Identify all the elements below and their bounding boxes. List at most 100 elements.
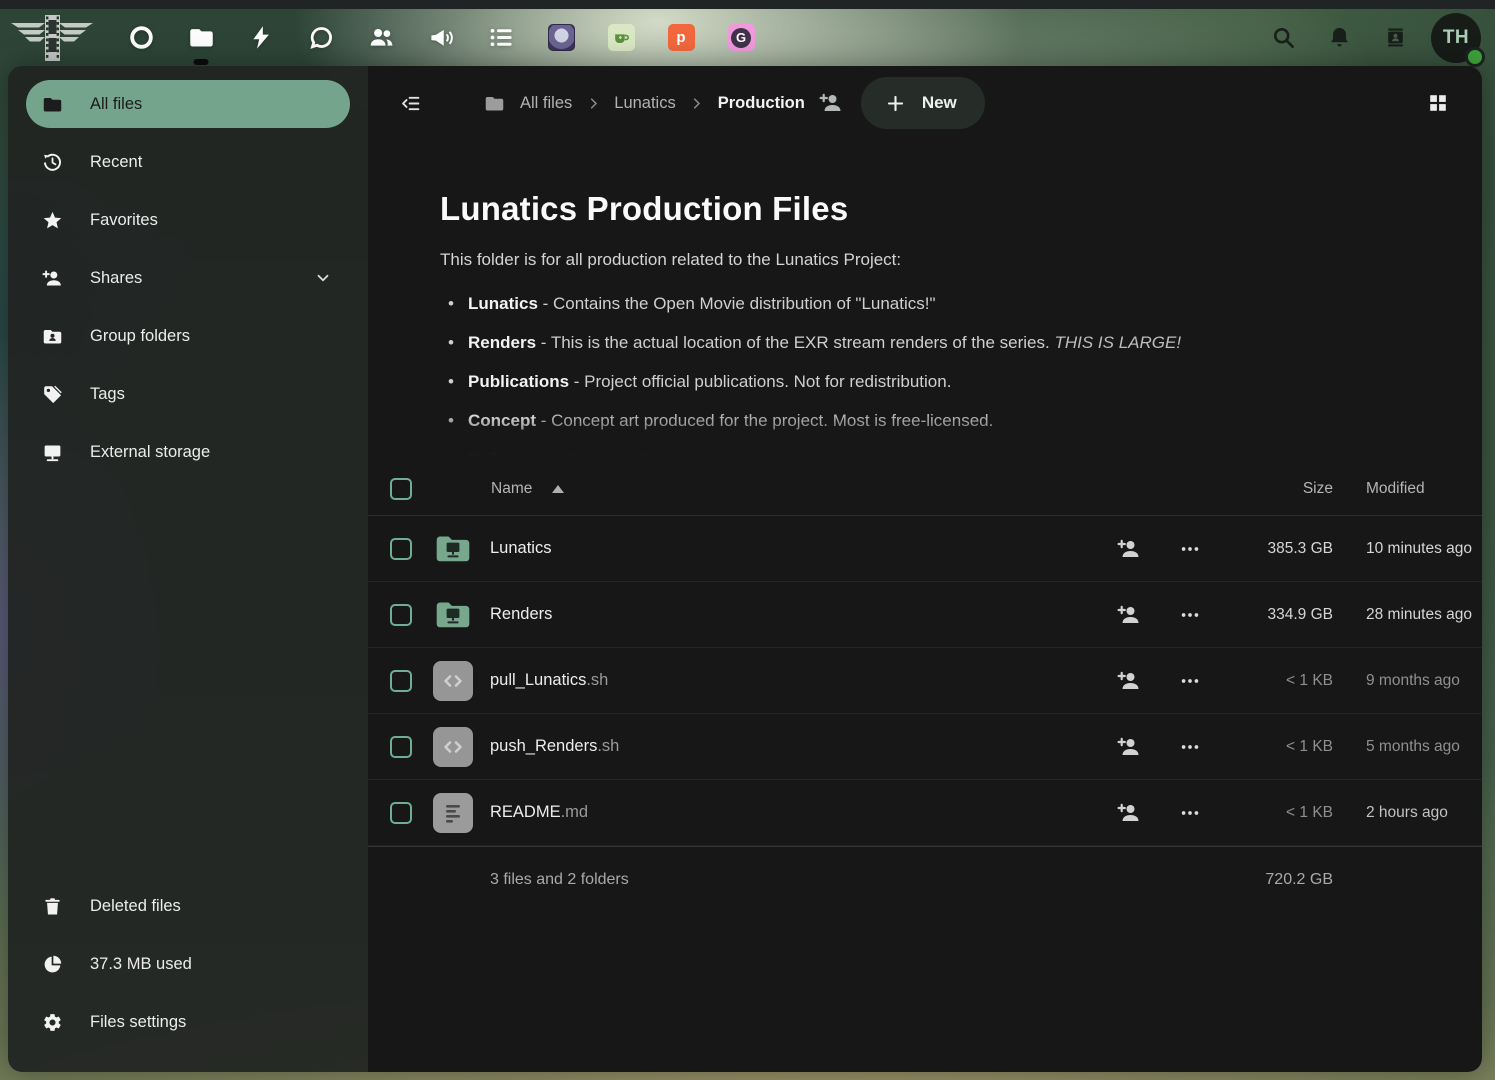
sidebar-item-deleted-files[interactable]: Deleted files xyxy=(26,882,350,930)
person-plus-icon xyxy=(42,268,63,289)
row-checkbox[interactable] xyxy=(390,736,412,758)
column-header-size[interactable]: Size xyxy=(1213,480,1333,498)
file-list: Name Size Modified Lunatics 385.3 GB 10 … xyxy=(368,462,1482,1072)
actions-button[interactable] xyxy=(1170,595,1210,635)
three-dots-icon xyxy=(1179,802,1201,824)
breadcrumb-all-files[interactable]: All files xyxy=(520,94,572,113)
table-row-pull-lunatics[interactable]: pull_Lunatics.sh < 1 KB 9 months ago xyxy=(368,648,1482,714)
share-folder-button[interactable] xyxy=(811,83,851,123)
breadcrumb-production-current[interactable]: Production xyxy=(718,94,805,113)
file-size: 334.9 GB xyxy=(1213,606,1333,624)
app-external-g[interactable]: G xyxy=(711,13,771,63)
row-checkbox[interactable] xyxy=(390,670,412,692)
readme-intro: This folder is for all production relate… xyxy=(440,250,1442,270)
sidebar-item-quota[interactable]: 37.3 MB used xyxy=(26,940,350,988)
user-menu[interactable]: TH xyxy=(1431,13,1481,63)
actions-button[interactable] xyxy=(1170,793,1210,833)
app-talk[interactable] xyxy=(291,13,351,63)
folder-user-icon xyxy=(42,326,63,347)
sidebar-item-shares[interactable]: Shares xyxy=(26,254,350,302)
sidebar-item-label: Shares xyxy=(90,269,142,288)
history-icon xyxy=(42,152,63,173)
app-tasks[interactable] xyxy=(471,13,531,63)
moon-image-tile-icon xyxy=(548,24,575,51)
app-external-moon[interactable] xyxy=(531,13,591,63)
app-activity[interactable] xyxy=(231,13,291,63)
contacts-people-icon xyxy=(368,24,395,51)
grid-view-toggle[interactable] xyxy=(1416,81,1460,125)
sort-ascending-icon[interactable] xyxy=(552,485,564,493)
file-size: < 1 KB xyxy=(1213,804,1333,822)
quota-label: 37.3 MB used xyxy=(90,955,192,974)
row-checkbox[interactable] xyxy=(390,802,412,824)
breadcrumb-bar: All files Lunatics Production New xyxy=(368,66,1482,140)
contacts-menu-button[interactable] xyxy=(1371,14,1419,62)
collapse-sidebar-icon xyxy=(400,93,421,114)
file-modified: 10 minutes ago xyxy=(1333,540,1482,558)
lunatics-filmstrip-logo[interactable] xyxy=(10,12,94,64)
actions-button[interactable] xyxy=(1170,727,1210,767)
sidebar-item-all-files[interactable]: All files xyxy=(26,80,350,128)
shell-script-icon xyxy=(433,727,473,767)
file-size: 385.3 GB xyxy=(1213,540,1333,558)
share-button[interactable] xyxy=(1109,727,1149,767)
share-button[interactable] xyxy=(1109,661,1149,701)
app-files[interactable] xyxy=(171,13,231,63)
top-bar-right: TH xyxy=(1259,13,1481,63)
share-button[interactable] xyxy=(1109,595,1149,635)
app-external-teacup[interactable] xyxy=(591,13,651,63)
table-row-readme[interactable]: README.md < 1 KB 2 hours ago xyxy=(368,780,1482,846)
app-contacts[interactable] xyxy=(351,13,411,63)
file-extension: .sh xyxy=(597,737,619,755)
top-strip xyxy=(0,0,1495,9)
activity-lightning-icon xyxy=(248,24,275,51)
sidebar-item-tags[interactable]: Tags xyxy=(26,370,350,418)
external-folder-icon xyxy=(433,595,473,635)
shell-script-icon xyxy=(433,661,473,701)
row-checkbox[interactable] xyxy=(390,538,412,560)
unified-search-button[interactable] xyxy=(1259,14,1307,62)
chevron-right-icon xyxy=(684,90,710,116)
external-folder-icon xyxy=(433,529,473,569)
file-name: pull_Lunatics xyxy=(490,671,586,689)
collapse-sidebar-button[interactable] xyxy=(388,81,432,125)
table-row-lunatics[interactable]: Lunatics 385.3 GB 10 minutes ago xyxy=(368,516,1482,582)
person-plus-icon xyxy=(1117,669,1141,693)
column-header-name[interactable]: Name xyxy=(491,480,532,498)
breadcrumb-lunatics[interactable]: Lunatics xyxy=(614,94,675,113)
readme-bullet: Concept - Concept art produced for the p… xyxy=(440,411,1442,431)
row-checkbox[interactable] xyxy=(390,604,412,626)
column-header-modified[interactable]: Modified xyxy=(1333,480,1482,498)
share-button[interactable] xyxy=(1109,529,1149,569)
select-all-checkbox[interactable] xyxy=(390,478,412,500)
dashboard-circle-icon xyxy=(128,24,155,51)
app-external-patreon[interactable]: p xyxy=(651,13,711,63)
summary-count: 3 files and 2 folders xyxy=(490,871,1213,889)
three-dots-icon xyxy=(1179,670,1201,692)
new-button[interactable]: New xyxy=(861,77,985,129)
actions-button[interactable] xyxy=(1170,529,1210,569)
sidebar-item-label: External storage xyxy=(90,443,210,462)
home-folder-icon[interactable] xyxy=(484,93,505,114)
chevron-down-icon[interactable] xyxy=(314,269,332,287)
sidebar-item-label: Recent xyxy=(90,153,142,172)
sidebar-item-group-folders[interactable]: Group folders xyxy=(26,312,350,360)
trash-icon xyxy=(42,896,63,917)
contact-card-icon xyxy=(1383,25,1408,50)
app-dashboard[interactable] xyxy=(111,13,171,63)
teacup-tile-icon xyxy=(608,24,635,51)
sidebar-item-files-settings[interactable]: Files settings xyxy=(26,998,350,1046)
app-announcements[interactable] xyxy=(411,13,471,63)
sidebar-item-external-storage[interactable]: External storage xyxy=(26,428,350,476)
notifications-button[interactable] xyxy=(1315,14,1363,62)
table-row-push-renders[interactable]: push_Renders.sh < 1 KB 5 months ago xyxy=(368,714,1482,780)
sidebar-item-recent[interactable]: Recent xyxy=(26,138,350,186)
share-button[interactable] xyxy=(1109,793,1149,833)
table-row-renders[interactable]: Renders 334.9 GB 28 minutes ago xyxy=(368,582,1482,648)
readme-bullet: Publications - Project official publicat… xyxy=(440,372,1442,392)
sidebar-item-favorites[interactable]: Favorites xyxy=(26,196,350,244)
sidebar-item-label: Group folders xyxy=(90,327,190,346)
actions-button[interactable] xyxy=(1170,661,1210,701)
file-size: < 1 KB xyxy=(1213,672,1333,690)
three-dots-icon xyxy=(1179,604,1201,626)
